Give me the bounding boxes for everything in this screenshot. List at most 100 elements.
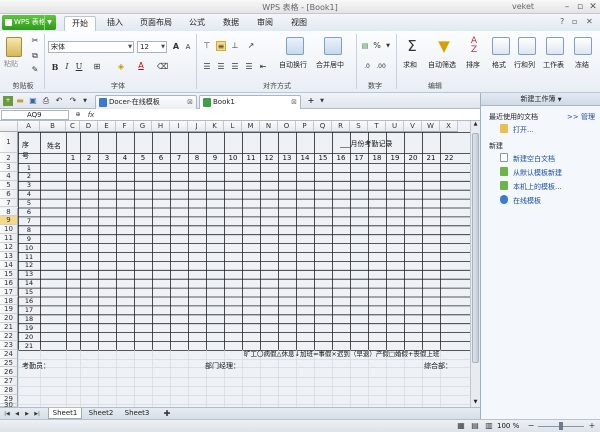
app-menu-button[interactable]: WPS 表格 ▼: [2, 15, 56, 30]
from-template-link[interactable]: 从默认模板新建: [513, 168, 562, 178]
name-box[interactable]: AQ9: [1, 110, 69, 120]
shrink-font-icon[interactable]: A: [183, 42, 193, 52]
column-header-q[interactable]: Q: [314, 121, 332, 132]
vertical-scrollbar[interactable]: ▲ ▼: [470, 121, 480, 407]
column-header-m[interactable]: M: [242, 121, 260, 132]
minimize-icon[interactable]: –: [561, 1, 573, 13]
row-header-21[interactable]: 21: [0, 323, 18, 333]
align-bottom-icon[interactable]: ⊥: [230, 41, 240, 51]
close-icon[interactable]: ✕: [587, 1, 599, 13]
tab-data[interactable]: 数据: [216, 16, 246, 31]
row-header-15[interactable]: 15: [0, 269, 18, 279]
tab-docer[interactable]: Docer-在线模板 ⊠: [95, 95, 197, 109]
sheet-tab-3[interactable]: Sheet3: [120, 408, 154, 419]
online-templates-link[interactable]: 在线模板: [513, 196, 541, 206]
column-header-t[interactable]: T: [368, 121, 386, 132]
column-header-v[interactable]: V: [404, 121, 422, 132]
normal-view-icon[interactable]: ▦: [456, 421, 466, 431]
column-header-r[interactable]: R: [332, 121, 350, 132]
grow-font-icon[interactable]: A: [171, 42, 181, 52]
row-header-17[interactable]: 17: [0, 287, 18, 297]
chevron-down-icon[interactable]: ▼: [80, 96, 90, 106]
chevron-down-icon[interactable]: ▼: [317, 96, 327, 106]
zoom-in-icon[interactable]: +: [587, 421, 597, 431]
column-header-d[interactable]: D: [80, 121, 98, 132]
freeze-icon[interactable]: [574, 37, 592, 55]
zoom-slider-handle[interactable]: [559, 422, 563, 430]
italic-icon[interactable]: I: [62, 62, 72, 72]
align-center-icon[interactable]: ☰: [216, 62, 226, 72]
row-header-19[interactable]: 19: [0, 305, 18, 315]
new-icon[interactable]: +: [3, 96, 13, 106]
row-header-5[interactable]: 5: [0, 180, 18, 190]
row-header-12[interactable]: 12: [0, 243, 18, 252]
fill-color-icon[interactable]: ◈: [116, 62, 126, 72]
wrap-text-icon[interactable]: [286, 37, 304, 55]
function-icon[interactable]: fx: [86, 110, 96, 120]
sheet-tab-1[interactable]: Sheet1: [48, 408, 82, 419]
align-middle-icon[interactable]: ≡: [216, 41, 226, 51]
justify-icon[interactable]: ☰: [244, 62, 254, 72]
column-header-u[interactable]: U: [386, 121, 404, 132]
rows-columns-icon[interactable]: [518, 37, 536, 55]
bold-icon[interactable]: B: [50, 62, 60, 72]
scroll-thumb[interactable]: [472, 133, 479, 363]
column-header-k[interactable]: K: [206, 121, 224, 132]
last-sheet-icon[interactable]: ▶|: [32, 409, 42, 419]
chevron-down-icon[interactable]: ▼: [44, 15, 54, 30]
next-sheet-icon[interactable]: ▶: [22, 409, 32, 419]
column-header-o[interactable]: O: [278, 121, 296, 132]
chevron-down-icon[interactable]: ▼: [128, 42, 132, 52]
open-icon[interactable]: ▬: [15, 96, 25, 106]
row-header-27[interactable]: 27: [0, 376, 18, 386]
row-header-3[interactable]: 3: [0, 163, 18, 172]
tab-insert[interactable]: 插入: [100, 16, 130, 31]
zoom-icon[interactable]: ⊕: [73, 110, 83, 120]
row-header-20[interactable]: 20: [0, 314, 18, 324]
maximize-icon[interactable]: ▫: [574, 1, 586, 13]
decrease-decimal-icon[interactable]: .00: [376, 62, 386, 72]
add-sheet-icon[interactable]: ✚: [162, 409, 172, 419]
new-blank-link[interactable]: 新建空白文档: [513, 154, 555, 164]
column-header-x[interactable]: X: [440, 121, 458, 132]
column-header-p[interactable]: P: [296, 121, 314, 132]
row-header-13[interactable]: 13: [0, 252, 18, 261]
column-header-b[interactable]: B: [40, 121, 66, 132]
column-header-j[interactable]: J: [188, 121, 206, 132]
row-header-25[interactable]: 25: [0, 358, 18, 367]
row-header-7[interactable]: 7: [0, 198, 18, 208]
row-header-26[interactable]: 26: [0, 366, 18, 377]
open-link[interactable]: 打开...: [513, 125, 534, 135]
print-icon[interactable]: ⎙: [41, 96, 51, 106]
row-header-28[interactable]: 28: [0, 385, 18, 395]
filter-icon[interactable]: ▼: [436, 37, 452, 55]
column-header-f[interactable]: F: [116, 121, 134, 132]
tab-review[interactable]: 审阅: [250, 16, 280, 31]
column-header-h[interactable]: H: [152, 121, 170, 132]
task-pane-title[interactable]: 新建工作簿 ▼: [481, 93, 600, 106]
local-templates-link[interactable]: 本机上的模板...: [513, 182, 562, 192]
row-header-10[interactable]: 10: [0, 225, 18, 235]
scroll-up-icon[interactable]: ▲: [471, 121, 480, 127]
row-header-22[interactable]: 22: [0, 332, 18, 341]
column-header-w[interactable]: W: [422, 121, 440, 132]
help-icon[interactable]: ?: [560, 17, 564, 26]
close-tab-icon[interactable]: ⊠: [187, 96, 193, 109]
page-break-view-icon[interactable]: ▥: [484, 421, 494, 431]
column-header-s[interactable]: S: [350, 121, 368, 132]
row-header-23[interactable]: 23: [0, 341, 18, 350]
undo-icon[interactable]: ↶: [54, 96, 64, 106]
orientation-icon[interactable]: ↗: [246, 41, 256, 51]
row-header-1[interactable]: 1: [0, 132, 18, 153]
decrease-indent-icon[interactable]: ⇤: [258, 62, 268, 72]
chevron-down-icon[interactable]: ▼: [383, 41, 393, 51]
row-header-16[interactable]: 16: [0, 278, 18, 288]
chevron-down-icon[interactable]: ▼: [558, 97, 562, 103]
chevron-down-icon[interactable]: ▼: [161, 42, 165, 52]
align-top-icon[interactable]: ⊤: [202, 41, 212, 51]
close-tab-icon[interactable]: ⊠: [291, 96, 297, 109]
row-header-6[interactable]: 6: [0, 189, 18, 199]
row-header-4[interactable]: 4: [0, 171, 18, 181]
row-header-24[interactable]: 24: [0, 349, 18, 359]
format-painter-icon[interactable]: ✎: [30, 65, 40, 75]
